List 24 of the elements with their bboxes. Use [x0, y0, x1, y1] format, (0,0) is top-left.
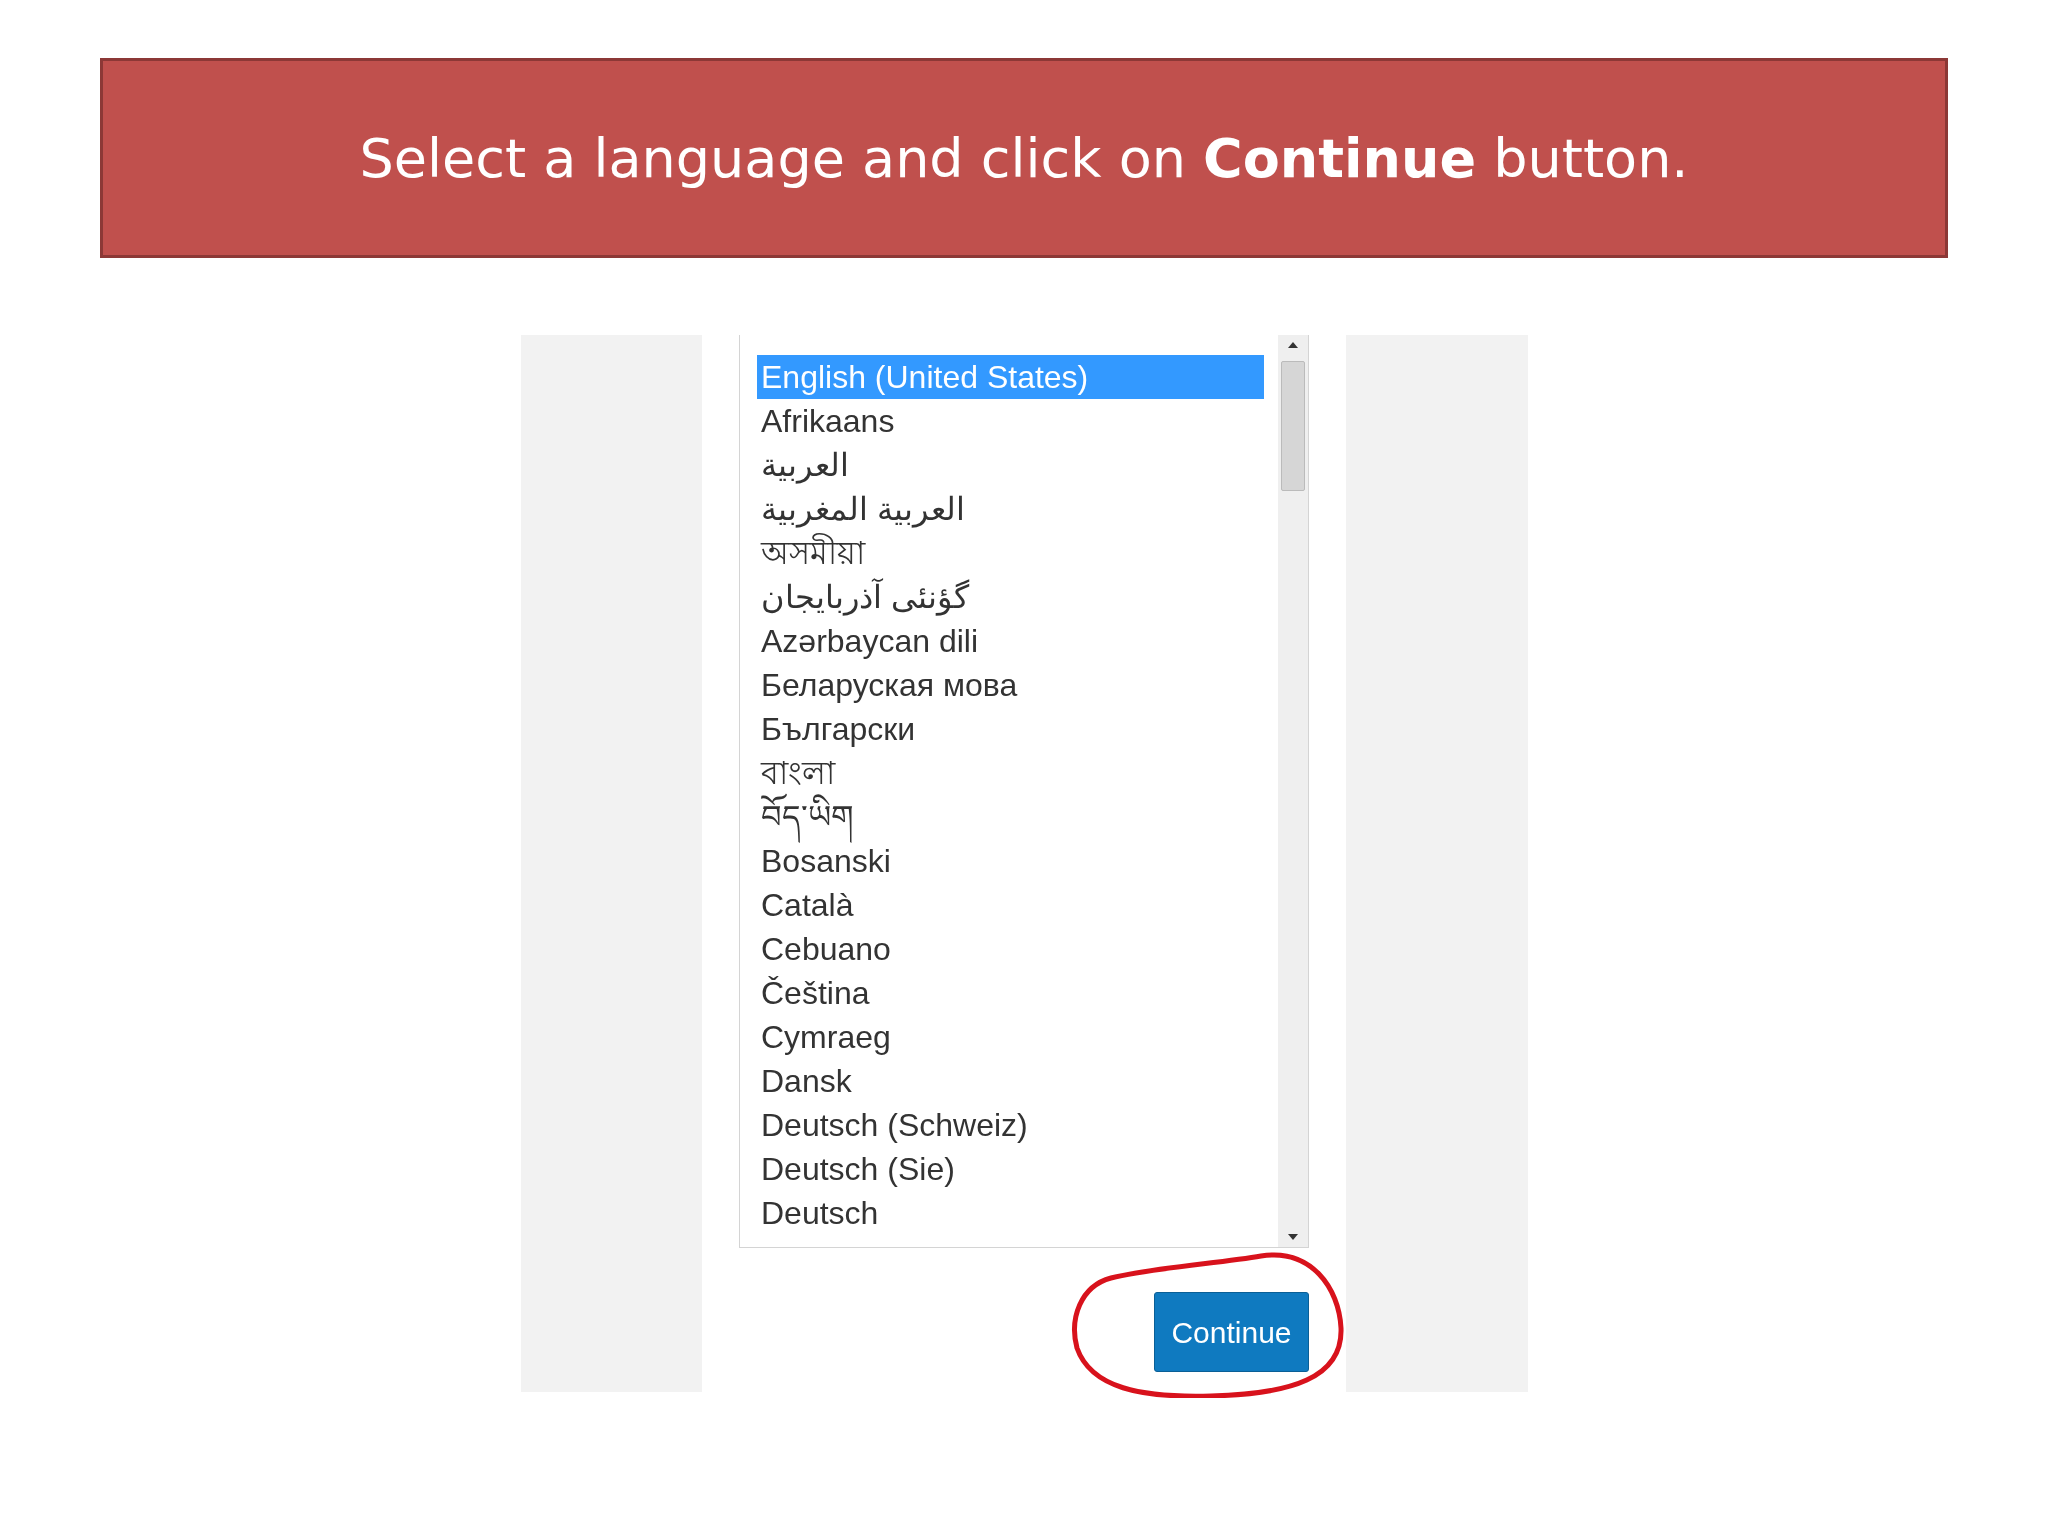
- language-list[interactable]: [739, 335, 1309, 1248]
- continue-button[interactable]: Continue: [1154, 1292, 1309, 1372]
- scrollbar-thumb[interactable]: [1281, 361, 1305, 491]
- instruction-text: Select a language and click on Continue button.: [359, 125, 1689, 192]
- scroll-down-icon[interactable]: [1287, 1233, 1299, 1241]
- language-option[interactable]: Dansk: [757, 1059, 1264, 1103]
- language-option[interactable]: Català: [757, 883, 1264, 927]
- language-option[interactable]: Čeština: [757, 971, 1264, 1015]
- scrollbar[interactable]: [1278, 335, 1308, 1247]
- language-option[interactable]: العربية المغربية: [757, 487, 1264, 531]
- language-option[interactable]: Cymraeg: [757, 1015, 1264, 1059]
- language-option[interactable]: Deutsch: [757, 1191, 1264, 1235]
- language-option[interactable]: العربية: [757, 443, 1264, 487]
- scroll-up-icon[interactable]: [1287, 341, 1299, 349]
- language-option[interactable]: Deutsch (Sie): [757, 1147, 1264, 1191]
- language-option[interactable]: বাংলা: [757, 751, 1264, 795]
- language-option[interactable]: Azərbaycan dili: [757, 619, 1264, 663]
- language-option[interactable]: گؤنئی آذربایجان: [757, 575, 1264, 619]
- language-option[interactable]: অসমীয়া: [757, 531, 1264, 575]
- language-option[interactable]: Deutsch (Schweiz): [757, 1103, 1264, 1147]
- language-option[interactable]: Български: [757, 707, 1264, 751]
- language-option[interactable]: Cebuano: [757, 927, 1264, 971]
- language-option[interactable]: Afrikaans: [757, 399, 1264, 443]
- language-option[interactable]: Беларуская мова: [757, 663, 1264, 707]
